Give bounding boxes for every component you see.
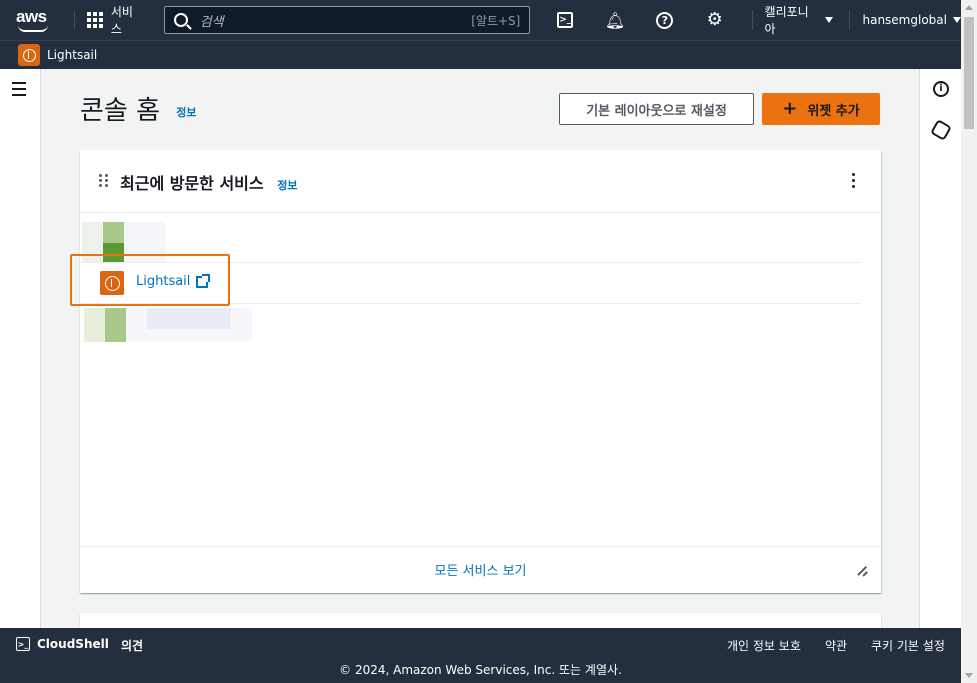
aws-logo[interactable]: aws <box>16 5 62 35</box>
page-footer: >_ CloudShell 의견 개인 정보 보호 약관 쿠키 기본 설정 © … <box>0 628 961 683</box>
hexagon-icon[interactable] <box>930 119 952 141</box>
caret-down-icon <box>825 17 834 23</box>
cookie-preferences-link[interactable]: 쿠키 기본 설정 <box>871 637 945 654</box>
settings-button[interactable]: ⚙ <box>690 0 740 40</box>
services-label: 서비스 <box>110 5 133 36</box>
aws-logo-text: aws <box>16 7 47 26</box>
search-shortcut: [알트+S] <box>471 13 521 28</box>
resize-handle-icon[interactable] <box>856 565 868 577</box>
lightsail-icon <box>18 44 40 66</box>
help-icon: ? <box>656 11 674 29</box>
nav-divider <box>73 10 75 30</box>
cloudshell-footer-button[interactable]: >_ CloudShell <box>16 637 109 651</box>
cloudshell-label: CloudShell <box>37 637 109 651</box>
help-button[interactable]: ? <box>640 0 690 40</box>
scroll-thumb[interactable] <box>964 17 974 129</box>
info-panel-icon[interactable]: i <box>933 81 949 97</box>
terms-link[interactable]: 약관 <box>825 637 847 654</box>
cloudshell-icon: >_ <box>557 12 574 28</box>
add-widget-label: 위젯 추가 <box>807 103 860 119</box>
recent-services-widget: 최근에 방문한 서비스 정보 모든 서비스 보기 <box>80 150 881 593</box>
account-menu[interactable]: hansemglobal <box>862 13 961 27</box>
more-options-icon[interactable] <box>852 173 856 191</box>
region-label: 캘리포니아 <box>764 5 809 36</box>
favorites-bar: Lightsail <box>0 40 961 69</box>
drag-handle-icon[interactable] <box>99 174 108 187</box>
view-all-services-link[interactable]: 모든 서비스 보기 <box>80 560 881 579</box>
top-navigation: aws 서비스 검색 [알트+S] >_ 🔔︎ ? ⚙ 캘리포니아 hansem… <box>0 0 961 40</box>
widget-title: 최근에 방문한 서비스 정보 <box>120 170 297 194</box>
reset-layout-button[interactable]: 기본 레이아웃으로 재설정 <box>559 93 754 125</box>
widget-footer: 모든 서비스 보기 <box>80 546 881 593</box>
page-scrollbar[interactable] <box>961 0 977 683</box>
caret-down-icon <box>952 17 961 23</box>
page-title-text: 콘솔 홈 <box>80 96 161 126</box>
feedback-link[interactable]: 의견 <box>121 637 143 654</box>
copyright-text: © 2024, Amazon Web Services, Inc. 또는 계열사… <box>339 663 622 677</box>
highlight-box <box>70 254 230 306</box>
widget-title-text: 최근에 방문한 서비스 <box>120 174 264 193</box>
add-widget-button[interactable]: + 위젯 추가 <box>762 93 880 125</box>
left-side-panel <box>0 69 41 628</box>
search-input[interactable]: 검색 [알트+S] <box>163 6 531 34</box>
scroll-up-arrow-icon[interactable] <box>965 5 973 10</box>
favorite-label: Lightsail <box>47 48 98 62</box>
grid-icon <box>86 12 103 28</box>
nav-divider <box>751 10 753 30</box>
privacy-link[interactable]: 개인 정보 보호 <box>727 637 801 654</box>
notifications-button[interactable]: 🔔︎ <box>590 0 640 40</box>
search-placeholder: 검색 <box>199 14 224 30</box>
widget-header: 최근에 방문한 서비스 정보 <box>80 150 881 213</box>
aws-smile-icon <box>18 25 48 32</box>
account-label: hansemglobal <box>862 13 947 27</box>
nav-divider <box>849 10 851 30</box>
page-info-link[interactable]: 정보 <box>176 106 196 119</box>
services-menu-button[interactable]: 서비스 <box>86 3 144 37</box>
menu-icon[interactable] <box>12 82 26 100</box>
favorite-lightsail[interactable]: Lightsail <box>18 44 97 66</box>
cloudshell-icon: >_ <box>16 637 30 651</box>
region-selector[interactable]: 캘리포니아 <box>765 3 834 37</box>
redacted-service-row <box>84 308 252 342</box>
search-icon <box>173 13 188 27</box>
scroll-down-arrow-icon[interactable] <box>965 673 973 678</box>
gear-icon: ⚙ <box>706 9 723 30</box>
page-title: 콘솔 홈 정보 <box>80 90 197 127</box>
cloudshell-button[interactable]: >_ <box>540 0 590 40</box>
widget-info-link[interactable]: 정보 <box>277 179 297 192</box>
bell-icon: 🔔︎ <box>604 10 626 30</box>
plus-icon: + <box>782 98 798 119</box>
right-side-panel: i <box>919 69 961 628</box>
